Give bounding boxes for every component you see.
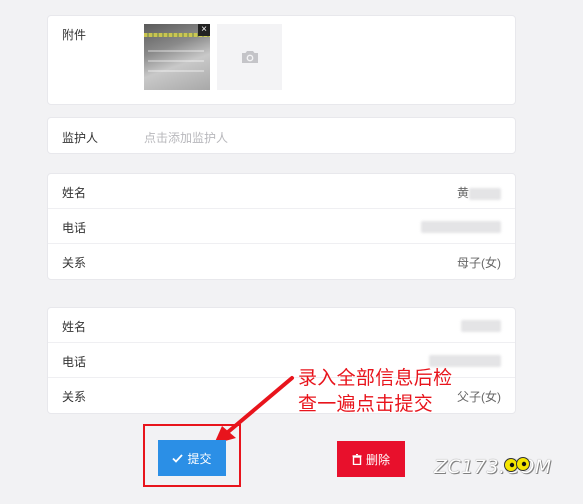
attachment-label: 附件 bbox=[62, 28, 87, 42]
relation-label: 关系 bbox=[62, 256, 87, 270]
name-value: 黄 bbox=[457, 184, 501, 201]
relation-value: 父子(女) bbox=[457, 390, 501, 404]
guardian-label: 监护人 bbox=[62, 131, 99, 145]
guardian-panel[interactable]: 监护人 点击添加监护人 bbox=[47, 117, 516, 154]
add-guardian-field[interactable]: 点击添加监护人 bbox=[144, 129, 228, 146]
phone-value bbox=[421, 219, 501, 233]
submit-label: 提交 bbox=[187, 451, 212, 466]
relation-row: 关系 母子(女) bbox=[48, 244, 515, 279]
watermark-logo: ZC173.COM bbox=[434, 456, 552, 478]
camera-icon bbox=[241, 51, 258, 63]
check-icon bbox=[172, 453, 184, 463]
name-label: 姓名 bbox=[62, 186, 87, 200]
submit-button[interactable]: 提交 bbox=[158, 440, 226, 476]
phone-label: 电话 bbox=[62, 221, 87, 235]
name-label: 姓名 bbox=[62, 320, 87, 334]
contact-card: 姓名 黄 电话 关系 母子(女) bbox=[47, 173, 516, 280]
watermark-eyes-icon bbox=[504, 457, 530, 472]
name-value bbox=[461, 318, 501, 332]
remove-attachment-icon[interactable]: × bbox=[198, 24, 210, 36]
relation-value: 母子(女) bbox=[457, 256, 501, 270]
attachment-panel: 附件 × bbox=[47, 15, 516, 105]
instruction-annotation: 录入全部信息后检 查一遍点击提交 bbox=[298, 365, 452, 417]
phone-label: 电话 bbox=[62, 355, 87, 369]
attachment-thumbnail[interactable]: × bbox=[144, 24, 210, 90]
relation-label: 关系 bbox=[62, 390, 87, 404]
annotation-line-1: 录入全部信息后检 bbox=[298, 367, 453, 389]
trash-icon bbox=[352, 453, 362, 465]
delete-button[interactable]: 删除 bbox=[337, 441, 405, 477]
name-row: 姓名 bbox=[48, 308, 515, 343]
delete-label: 删除 bbox=[365, 452, 390, 467]
phone-row: 电话 bbox=[48, 209, 515, 244]
name-row: 姓名 黄 bbox=[48, 174, 515, 209]
upload-photo-button[interactable] bbox=[217, 24, 282, 90]
annotation-line-2: 查一遍点击提交 bbox=[298, 393, 434, 415]
